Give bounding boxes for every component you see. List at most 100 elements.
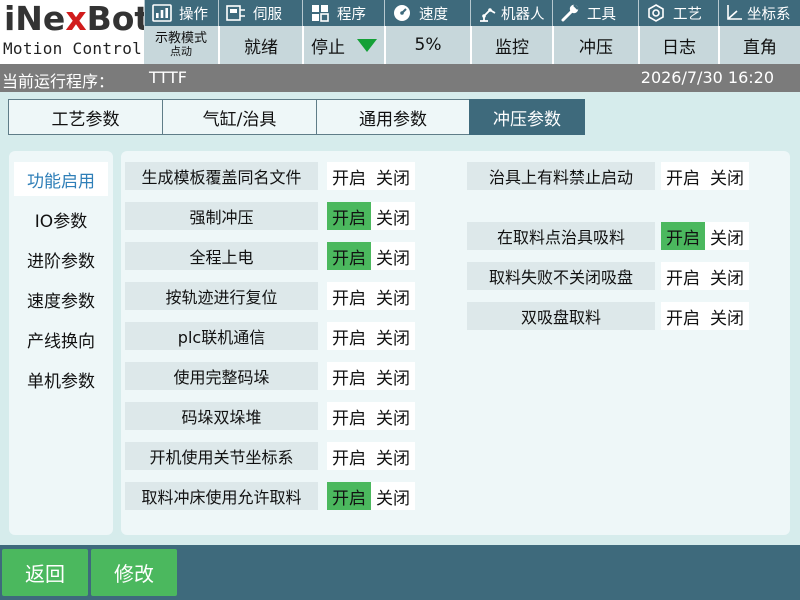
menu-servo[interactable]: 伺服 (218, 0, 302, 26)
mode-label: 示教模式 (154, 31, 207, 47)
logo: iNexBot Motion Control (0, 0, 150, 64)
param-label: 全程上电 (125, 242, 318, 270)
toggle-off-option[interactable]: 关闭 (371, 242, 415, 270)
toggle-on-option[interactable]: 开启 (327, 162, 371, 190)
nav-function-enable[interactable]: 功能启用 (14, 162, 108, 196)
nav-io-params[interactable]: IO参数 (14, 202, 108, 236)
coord-mode-button[interactable]: 直角 (718, 26, 800, 64)
toggle-off-option[interactable]: 关闭 (705, 262, 749, 290)
param-label: 双吸盘取料 (467, 302, 655, 330)
menu-coordinate[interactable]: 坐标系 (718, 0, 800, 26)
ready-status[interactable]: 就绪 (218, 26, 302, 64)
toggle-on-option[interactable]: 开启 (327, 402, 371, 430)
nav-line-reverse[interactable]: 产线换向 (14, 322, 108, 356)
toggle-off-option[interactable]: 关闭 (705, 162, 749, 190)
tab-cylinder-fixture[interactable]: 气缸/治具 (162, 99, 317, 135)
top-bar: iNexBot Motion Control 操作 伺服 程序 速度 机器人 工… (0, 0, 800, 64)
mode-sublabel: 点动 (170, 45, 192, 59)
toggle-on-option[interactable]: 开启 (327, 442, 371, 470)
log-button[interactable]: 日志 (638, 26, 718, 64)
side-nav: 功能启用 IO参数 进阶参数 速度参数 产线换向 单机参数 (9, 151, 113, 535)
current-program-name: TTTF (149, 68, 187, 87)
param-toggle: 开启 关闭 (327, 482, 415, 510)
param-toggle: 开启 关闭 (661, 222, 749, 250)
toggle-off-option[interactable]: 关闭 (371, 362, 415, 390)
toggle-on-option[interactable]: 开启 (661, 222, 705, 250)
brand-subtitle: Motion Control (3, 39, 143, 58)
param-toggle: 开启 关闭 (327, 402, 415, 430)
bottom-bar: 返回 修改 (0, 545, 800, 600)
mode-indicator[interactable]: 示教模式 点动 (144, 26, 218, 64)
menu-label: 速度 (419, 6, 448, 23)
param-toggle: 开启 关闭 (327, 242, 415, 270)
stamping-button[interactable]: 冲压 (552, 26, 638, 64)
param-toggle: 开启 关闭 (327, 442, 415, 470)
menu-process[interactable]: 工艺 (638, 0, 718, 26)
tab-stamping-params[interactable]: 冲压参数 (469, 99, 585, 135)
stop-label: 停止 (311, 37, 345, 58)
toggle-on-option[interactable]: 开启 (327, 202, 371, 230)
stop-status[interactable]: 停止 (302, 26, 384, 64)
datetime: 2026/7/30 16:20 (640, 68, 774, 87)
main-menu: 操作 伺服 程序 速度 机器人 工具 工艺 坐标系 (144, 0, 800, 26)
process-icon (645, 3, 667, 23)
toggle-off-option[interactable]: 关闭 (371, 482, 415, 510)
dropdown-triangle-icon (357, 38, 377, 52)
param-label: 码垛双垛堆 (125, 402, 318, 430)
param-label: 强制冲压 (125, 202, 318, 230)
monitor-button[interactable]: 监控 (470, 26, 552, 64)
toggle-on-option[interactable]: 开启 (661, 162, 705, 190)
back-button[interactable]: 返回 (2, 549, 88, 596)
toggle-off-option[interactable]: 关闭 (371, 282, 415, 310)
param-label: 取料失败不关闭吸盘 (467, 262, 655, 290)
param-toggle: 开启 关闭 (327, 282, 415, 310)
toggle-off-option[interactable]: 关闭 (705, 302, 749, 330)
menu-label: 操作 (179, 6, 208, 23)
robot-icon (477, 3, 499, 23)
toggle-on-option[interactable]: 开启 (661, 262, 705, 290)
menu-tool[interactable]: 工具 (552, 0, 638, 26)
toggle-off-option[interactable]: 关闭 (705, 222, 749, 250)
current-program-label: 当前运行程序： (2, 72, 115, 91)
param-label: 取料冲床使用允许取料 (125, 482, 318, 510)
toggle-on-option[interactable]: 开启 (327, 482, 371, 510)
toggle-on-option[interactable]: 开启 (327, 362, 371, 390)
coordinate-icon (723, 3, 745, 23)
menu-program[interactable]: 程序 (302, 0, 384, 26)
toggle-on-option[interactable]: 开启 (327, 322, 371, 350)
toggle-on-option[interactable]: 开启 (661, 302, 705, 330)
brand-name: iNexBot (4, 0, 151, 38)
param-label: 使用完整码垛 (125, 362, 318, 390)
param-toggle: 开启 关闭 (661, 262, 749, 290)
toggle-on-option[interactable]: 开启 (327, 242, 371, 270)
param-label: plc联机通信 (125, 322, 318, 350)
speed-icon (391, 3, 413, 23)
toggle-on-option[interactable]: 开启 (327, 282, 371, 310)
nav-advanced-params[interactable]: 进阶参数 (14, 242, 108, 276)
tab-general-params[interactable]: 通用参数 (316, 99, 470, 135)
menu-operate[interactable]: 操作 (144, 0, 218, 26)
toggle-off-option[interactable]: 关闭 (371, 322, 415, 350)
program-icon (309, 3, 331, 23)
param-toggle: 开启 关闭 (327, 162, 415, 190)
menu-label: 工艺 (673, 6, 702, 23)
wrench-icon (559, 3, 581, 23)
menu-robot[interactable]: 机器人 (470, 0, 552, 26)
param-toggle: 开启 关闭 (327, 322, 415, 350)
menu-label: 机器人 (501, 6, 545, 23)
toggle-off-option[interactable]: 关闭 (371, 402, 415, 430)
tab-process-params[interactable]: 工艺参数 (8, 99, 163, 135)
param-label: 治具上有料禁止启动 (467, 162, 655, 190)
toggle-off-option[interactable]: 关闭 (371, 202, 415, 230)
status-bar: 示教模式 点动 就绪 停止 5% 监控 冲压 日志 直角 (144, 26, 800, 64)
toggle-off-option[interactable]: 关闭 (371, 162, 415, 190)
menu-speed[interactable]: 速度 (384, 0, 470, 26)
modify-button[interactable]: 修改 (91, 549, 177, 596)
param-label: 开机使用关节坐标系 (125, 442, 318, 470)
toggle-off-option[interactable]: 关闭 (371, 442, 415, 470)
servo-icon (225, 3, 247, 23)
param-label: 在取料点治具吸料 (467, 222, 655, 250)
speed-value[interactable]: 5% (384, 26, 470, 64)
nav-speed-params[interactable]: 速度参数 (14, 282, 108, 316)
nav-standalone-params[interactable]: 单机参数 (14, 362, 108, 396)
